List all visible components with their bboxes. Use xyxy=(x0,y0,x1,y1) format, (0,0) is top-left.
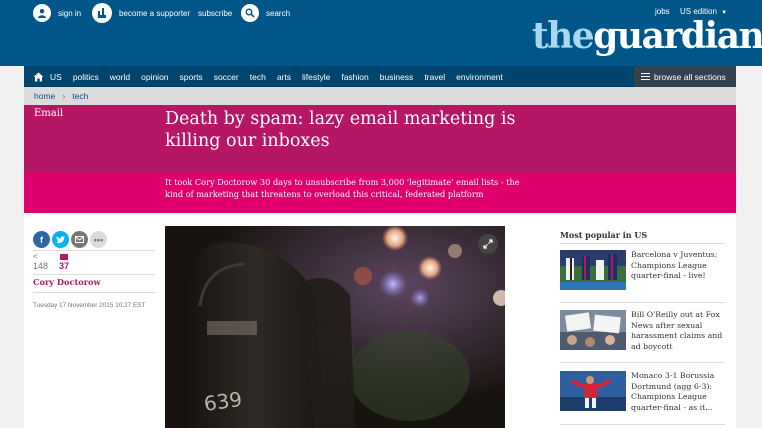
popular-thumbnail xyxy=(560,371,626,411)
nav-item-tech[interactable]: tech xyxy=(250,72,266,82)
mailbox-photo: 639 xyxy=(165,226,505,428)
search-label: search xyxy=(266,8,291,18)
share-icon: < xyxy=(33,252,38,261)
divider xyxy=(33,274,155,275)
most-popular-item[interactable]: Barcelona v Juventus: Champions League q… xyxy=(560,250,730,298)
supporter-label: become a supporter xyxy=(119,8,191,18)
article-standfirst: It took Cory Doctorow 30 days to unsubsc… xyxy=(165,177,520,199)
masthead: sign in become a supporter subscribe sea… xyxy=(0,0,762,66)
supporter-icon xyxy=(92,3,112,23)
become-supporter-link[interactable]: become a supporter xyxy=(92,3,190,23)
popular-headline: Bill O'Reilly out at Fox News after sexu… xyxy=(631,310,723,351)
divider xyxy=(33,292,155,293)
user-icon xyxy=(33,4,51,22)
search-icon xyxy=(241,4,259,22)
sign-in-link[interactable]: sign in xyxy=(33,3,81,23)
subscribe-label: subscribe xyxy=(198,8,233,18)
breadcrumb-tech[interactable]: tech xyxy=(72,91,88,101)
article-main-image[interactable]: 639 xyxy=(165,226,505,428)
popular-headline: Barcelona v Juventus: Champions League q… xyxy=(631,250,718,281)
divider xyxy=(33,250,155,251)
article-headline: Death by spam: lazy email marketing is k… xyxy=(165,109,516,151)
logo-guardian: guardian xyxy=(593,15,762,57)
divider xyxy=(560,243,725,244)
nav-item-opinion[interactable]: opinion xyxy=(141,72,168,82)
share-count: < 148 xyxy=(33,252,49,272)
popular-thumbnail xyxy=(560,250,626,290)
nav-item-business[interactable]: business xyxy=(380,72,414,82)
facebook-icon[interactable]: f xyxy=(33,231,50,248)
browse-all-sections-button[interactable]: browse all sections xyxy=(634,66,736,87)
nav-item-us[interactable]: US xyxy=(50,72,62,82)
nav-item-lifestyle[interactable]: lifestyle xyxy=(302,72,330,82)
section-label[interactable]: Email xyxy=(34,108,63,119)
logo-the: the xyxy=(532,15,595,57)
sign-in-label: sign in xyxy=(58,8,82,18)
guardian-logo[interactable]: theguardian xyxy=(532,16,762,56)
browse-all-label: browse all sections xyxy=(654,71,726,82)
share-buttons: f ••• xyxy=(33,231,109,248)
comment-icon xyxy=(60,254,68,260)
divider xyxy=(560,362,725,363)
most-popular-item[interactable]: Monaco 3-1 Borussia Dortmund (agg 6-3): … xyxy=(560,371,730,419)
publish-date: Tuesday 17 November 2015 10.27 EST xyxy=(33,302,146,309)
comment-count[interactable]: 37 xyxy=(59,253,69,271)
email-icon[interactable] xyxy=(71,231,88,248)
twitter-icon[interactable] xyxy=(52,231,69,248)
comment-count-value: 37 xyxy=(59,261,70,271)
nav-item-politics[interactable]: politics xyxy=(73,72,99,82)
share-count-value: 148 xyxy=(33,261,49,271)
most-popular-item[interactable]: Bill O'Reilly out at Fox News after sexu… xyxy=(560,310,730,358)
expand-icon[interactable] xyxy=(478,234,498,254)
nav-item-soccer[interactable]: soccer xyxy=(214,72,239,82)
nav-item-arts[interactable]: arts xyxy=(277,72,291,82)
breadcrumb-home[interactable]: home xyxy=(34,91,55,101)
chevron-right-icon: › xyxy=(62,91,66,101)
home-icon[interactable] xyxy=(28,66,48,87)
search-link[interactable]: search xyxy=(241,3,290,23)
more-share-icon[interactable]: ••• xyxy=(90,231,107,248)
divider xyxy=(560,302,725,303)
nav-item-world[interactable]: world xyxy=(110,72,130,82)
popular-headline: Monaco 3-1 Borussia Dortmund (agg 6-3): … xyxy=(631,371,715,412)
byline[interactable]: Cory Doctorow xyxy=(33,277,101,287)
menu-icon xyxy=(641,72,650,82)
nav-item-travel[interactable]: travel xyxy=(424,72,445,82)
breadcrumb: home › tech xyxy=(24,87,736,105)
nav-item-environment[interactable]: environment xyxy=(456,72,503,82)
nav-item-fashion[interactable]: fashion xyxy=(341,72,368,82)
nav-item-sports[interactable]: sports xyxy=(180,72,203,82)
most-popular-title: Most popular in US xyxy=(560,230,648,240)
subscribe-link[interactable]: subscribe xyxy=(198,3,232,23)
popular-thumbnail xyxy=(560,310,626,350)
main-nav: US politics world opinion sports soccer … xyxy=(24,66,736,87)
divider xyxy=(560,424,725,425)
